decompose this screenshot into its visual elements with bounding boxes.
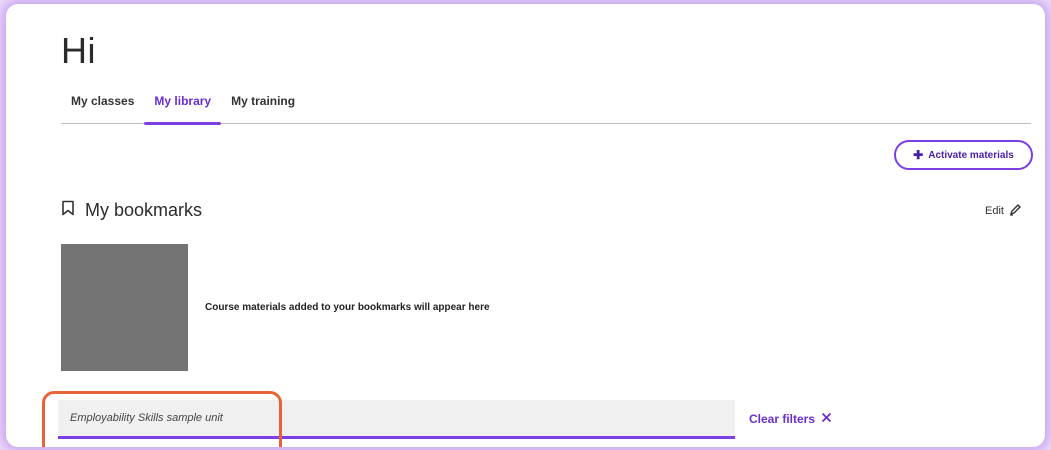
tab-my-classes[interactable]: My classes [61, 94, 144, 124]
tab-my-training[interactable]: My training [221, 94, 305, 124]
app-window: Hi My classes My library My training ✚ A… [6, 4, 1045, 447]
page-greeting: Hi [61, 30, 96, 71]
tab-bar: My classes My library My training [61, 94, 1031, 125]
edit-bookmarks-button[interactable]: Edit [985, 203, 1022, 219]
close-icon [821, 412, 832, 426]
bookmark-placeholder-image [61, 244, 188, 371]
edit-label: Edit [985, 205, 1004, 217]
bookmarks-empty-message: Course materials added to your bookmarks… [205, 302, 490, 313]
bookmarks-header: My bookmarks [61, 200, 202, 221]
active-filter-value: Employability Skills sample unit [70, 412, 223, 424]
active-filter-field[interactable]: Employability Skills sample unit [58, 400, 735, 439]
bookmark-icon [61, 200, 75, 221]
clear-filters-button[interactable]: Clear filters [749, 412, 832, 426]
activate-materials-label: Activate materials [928, 149, 1014, 161]
clear-filters-label: Clear filters [749, 412, 816, 426]
plus-icon: ✚ [913, 148, 924, 162]
pencil-icon [1009, 203, 1022, 219]
tab-my-library[interactable]: My library [144, 94, 221, 125]
activate-materials-button[interactable]: ✚ Activate materials [894, 140, 1033, 170]
bookmarks-title: My bookmarks [85, 200, 203, 220]
